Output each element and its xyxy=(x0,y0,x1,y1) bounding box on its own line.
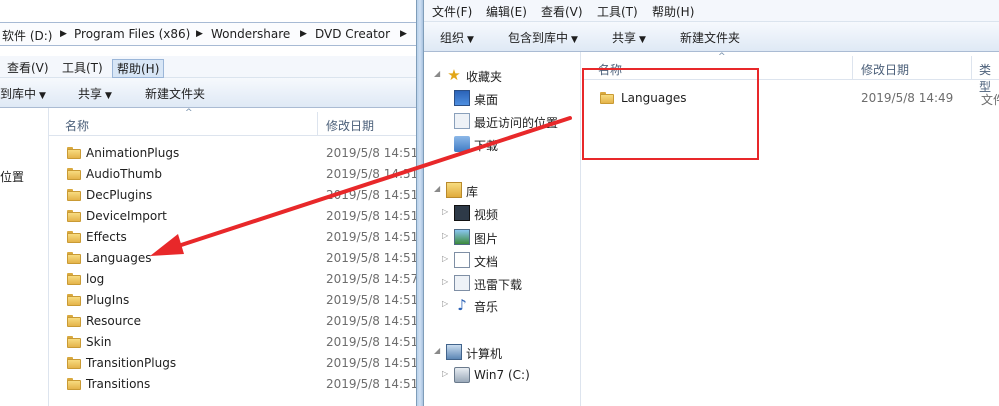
arrow-shaft xyxy=(170,116,572,250)
annotation-arrow xyxy=(150,116,572,256)
arrowhead-icon xyxy=(150,234,184,256)
